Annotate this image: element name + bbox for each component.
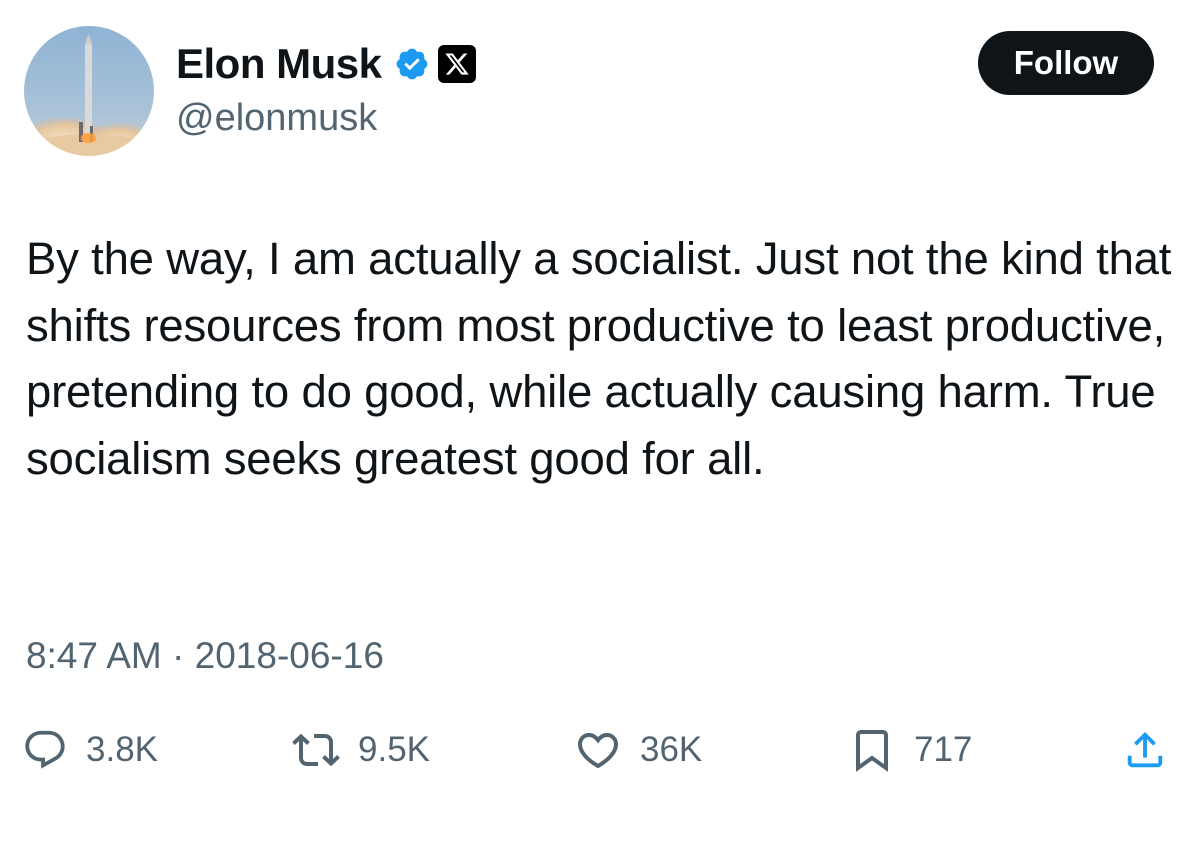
tweet-text: By the way, I am actually a socialist. J… <box>26 233 1172 484</box>
repost-icon <box>292 726 340 774</box>
verified-badge-icon[interactable] <box>394 46 430 82</box>
author-display-name[interactable]: Elon Musk <box>176 36 382 92</box>
action-bar: 3.8K 9.5K 36K 717 <box>22 720 1182 780</box>
x-logo-icon[interactable] <box>437 45 476 83</box>
share-button[interactable] <box>1122 720 1168 780</box>
avatar-rocket-image <box>24 26 154 156</box>
tweet-timestamp[interactable]: 8:47 AM · 2018-06-16 <box>26 628 384 684</box>
reply-button[interactable]: 3.8K <box>22 720 158 780</box>
follow-button[interactable]: Follow <box>978 31 1154 95</box>
share-icon <box>1122 727 1168 773</box>
author-name-row: Elon Musk <box>176 36 476 92</box>
bookmark-icon <box>848 726 896 774</box>
repost-count: 9.5K <box>358 730 430 769</box>
reply-icon <box>22 727 68 773</box>
avatar[interactable] <box>24 26 154 156</box>
like-count: 36K <box>640 730 703 769</box>
like-button[interactable]: 36K <box>574 720 702 780</box>
reply-count: 3.8K <box>86 730 158 769</box>
repost-button[interactable]: 9.5K <box>292 720 430 780</box>
bookmark-button[interactable]: 717 <box>848 720 972 780</box>
author-handle[interactable]: @elonmusk <box>176 94 377 142</box>
tweet-card: Elon Musk @elonmusk Follow By the way, I… <box>0 0 1200 842</box>
heart-icon <box>574 726 622 774</box>
bookmark-count: 717 <box>914 730 973 769</box>
